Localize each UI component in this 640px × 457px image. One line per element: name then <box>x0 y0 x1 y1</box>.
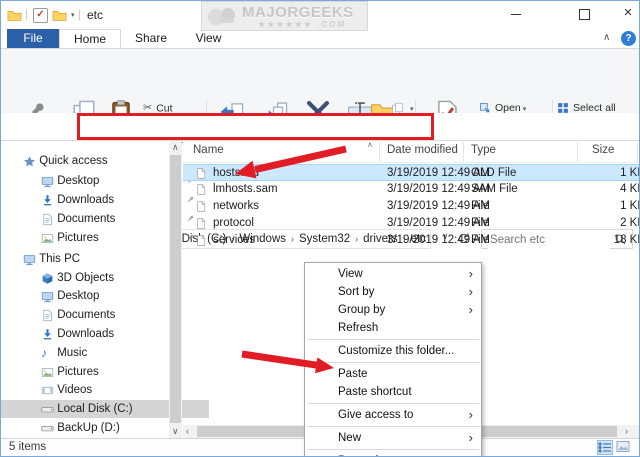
menu-item-paste-shortcut[interactable]: Paste shortcut <box>305 383 481 401</box>
ribbon: Pin to Quick access Copy Paste ✂Cut Copy… <box>1 48 639 163</box>
menu-item-group-by[interactable]: Group by › <box>305 301 481 319</box>
watermark-title: MAJORGEEKS <box>242 4 354 21</box>
qat-dropdown-icon[interactable]: ▾ <box>71 11 75 19</box>
file-icon <box>195 234 207 247</box>
menu-item-refresh[interactable]: Refresh <box>305 319 481 337</box>
tab-share[interactable]: Share <box>121 29 181 48</box>
app-folder-icon <box>7 8 22 23</box>
tab-file[interactable]: File <box>7 29 59 48</box>
column-divider[interactable] <box>637 142 638 162</box>
menu-separator <box>307 426 479 427</box>
menu-item-view[interactable]: View › <box>305 265 481 283</box>
column-header-date-modified[interactable]: Date modified <box>387 144 458 156</box>
details-view-icon <box>598 442 611 453</box>
computer-icon <box>23 253 36 266</box>
item-count-label: 5 items <box>9 441 47 453</box>
details-view-button[interactable] <box>597 440 613 455</box>
minimize-button[interactable] <box>501 4 531 24</box>
menu-separator <box>307 449 479 450</box>
file-icon <box>195 167 207 180</box>
majorgeeks-watermark: MAJORGEEKS ★★★★★★ .COM <box>201 1 368 31</box>
submenu-arrow-icon: › <box>468 302 473 317</box>
minimize-icon <box>511 14 521 16</box>
monitor-icon <box>41 290 54 303</box>
explorer-window: | ✓ ▾ | etc × MAJORGEEKS ★★★★★★ .COM Fil… <box>0 0 640 457</box>
monitor-icon <box>41 175 54 188</box>
scroll-left-icon[interactable]: ‹ <box>186 426 189 436</box>
tab-home[interactable]: Home <box>59 29 121 48</box>
navigation-pane: Quick access Desktop Downloads Documents… <box>1 141 209 438</box>
large-icons-view-icon <box>616 441 630 452</box>
document-icon <box>41 213 54 226</box>
column-divider[interactable] <box>379 142 380 162</box>
menu-separator <box>307 339 479 340</box>
dropdown-icon: ▾ <box>522 106 527 113</box>
watermark-subtitle: ★★★★★★ .COM <box>258 20 347 29</box>
maximize-icon <box>578 9 590 21</box>
qat-separator: | <box>78 7 82 21</box>
file-row-protocol[interactable]: protocol 3/19/2019 12:49 AM File 2 KB <box>183 215 639 232</box>
download-arrow-icon <box>41 328 54 341</box>
document-icon <box>41 309 54 322</box>
submenu-arrow-icon: › <box>468 266 473 281</box>
sidebar-item-quick-access[interactable]: Quick access <box>1 152 191 170</box>
scroll-down-icon[interactable]: ∨ <box>172 426 179 437</box>
menu-separator <box>307 403 479 404</box>
submenu-arrow-icon: › <box>468 407 473 422</box>
large-icons-view-button[interactable] <box>616 440 632 455</box>
help-icon[interactable]: ? <box>621 31 636 46</box>
star-icon <box>23 155 36 168</box>
menu-item-sort-by[interactable]: Sort by › <box>305 283 481 301</box>
file-row-hosts-old[interactable]: hosts.old 3/19/2019 12:49 AM OLD File 1 … <box>183 164 639 181</box>
file-row-networks[interactable]: networks 3/19/2019 12:49 AM File 1 KB <box>183 198 639 215</box>
video-icon <box>41 384 54 397</box>
watermark-graphic <box>208 8 235 25</box>
file-icon <box>195 183 207 196</box>
menu-item-customize-this-folder[interactable]: Customize this folder... <box>305 342 481 360</box>
file-row-lmhosts-sam[interactable]: lmhosts.sam 3/19/2019 12:49 AM SAM File … <box>183 181 639 198</box>
sort-ascending-icon[interactable]: ∧ <box>367 140 373 149</box>
qat-new-folder-icon[interactable] <box>52 8 67 23</box>
scroll-right-icon[interactable]: › <box>625 426 628 436</box>
drive-icon <box>41 422 54 435</box>
menu-item-give-access-to[interactable]: Give access to › <box>305 406 481 424</box>
menu-item-properties[interactable]: Properties <box>305 452 481 456</box>
column-header-name[interactable]: Name <box>193 144 224 156</box>
download-arrow-icon <box>41 194 54 207</box>
window-title: etc <box>87 8 104 22</box>
column-divider[interactable] <box>463 142 464 162</box>
column-header-size[interactable]: Size <box>592 144 614 156</box>
menu-item-paste[interactable]: Paste <box>305 365 481 383</box>
qat-separator: | <box>25 7 29 21</box>
maximize-button[interactable] <box>569 4 599 24</box>
ribbon-tab-bar: File Home Share View ∧ ? <box>1 29 639 48</box>
qat-properties-icon[interactable]: ✓ <box>33 8 48 23</box>
sidebar-scrollbar-thumb[interactable] <box>170 155 181 423</box>
submenu-arrow-icon: › <box>468 430 473 445</box>
tab-view[interactable]: View <box>181 29 236 48</box>
collapse-ribbon-icon[interactable]: ∧ <box>603 32 610 43</box>
file-icon <box>195 200 207 213</box>
cube-icon <box>41 272 54 285</box>
drive-icon <box>41 403 54 416</box>
menu-item-new[interactable]: New › <box>305 429 481 447</box>
column-header-type[interactable]: Type <box>471 144 496 156</box>
scroll-up-icon[interactable]: ∧ <box>172 142 179 153</box>
menu-separator <box>307 362 479 363</box>
file-icon <box>195 217 207 230</box>
dropdown-icon: ▾ <box>410 106 414 113</box>
picture-icon <box>41 366 54 379</box>
file-row-services[interactable]: services 3/19/2019 12:49 AM File 18 KB <box>183 232 639 249</box>
picture-icon <box>41 232 54 245</box>
address-bar: ← → ∨ ↑ › This PC › Local Disk (C:) › Wi… <box>1 113 639 249</box>
submenu-arrow-icon: › <box>468 284 473 299</box>
context-menu: View › Sort by › Group by › Refresh Customi… <box>304 262 482 456</box>
sidebar-item-this-pc[interactable]: This PC <box>1 250 191 268</box>
close-button[interactable]: × <box>613 3 639 23</box>
column-divider[interactable] <box>577 142 578 162</box>
music-note-icon: ♪ <box>41 346 47 360</box>
